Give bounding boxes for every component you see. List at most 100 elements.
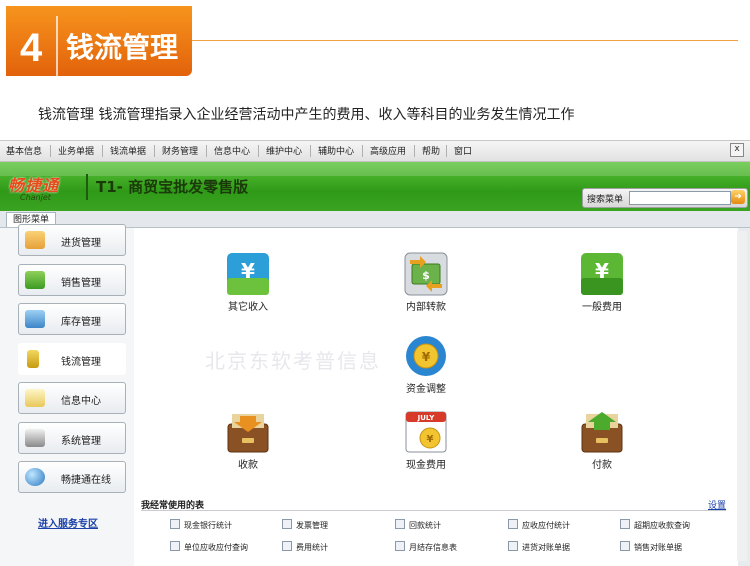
- frequent-item[interactable]: 发票管理: [282, 519, 328, 531]
- menu-separator: [446, 145, 447, 157]
- sidebar-item-label: 信息中心: [61, 396, 101, 407]
- internal-transfer-label: 内部转款: [406, 302, 446, 313]
- service-zone-link[interactable]: 进入服务专区: [38, 515, 98, 530]
- sidebar-item-sales[interactable]: 销售管理: [18, 264, 126, 296]
- window-close-button[interactable]: x: [730, 143, 744, 157]
- frequent-item[interactable]: 应收应付统计: [508, 519, 570, 531]
- report-icon: [395, 519, 405, 529]
- report-icon: [170, 541, 180, 551]
- report-icon: [170, 519, 180, 529]
- money-icon: [27, 350, 39, 368]
- sidebar-item-label: 畅捷通在线: [61, 475, 111, 486]
- report-icon: [508, 519, 518, 529]
- report-icon: [620, 519, 630, 529]
- frequent-item[interactable]: 月结存信息表: [395, 541, 457, 553]
- general-expense-label: 一般费用: [582, 302, 622, 313]
- search-go-icon[interactable]: ➜: [731, 190, 745, 204]
- menu-money-docs[interactable]: 钱流单据: [110, 144, 146, 157]
- menu-basic-info[interactable]: 基本信息: [6, 144, 42, 157]
- menu-separator: [414, 145, 415, 157]
- globe-icon: [25, 468, 45, 486]
- sidebar-item-inventory[interactable]: 库存管理: [18, 303, 126, 335]
- brand-logo-english: Chanjet: [20, 193, 51, 202]
- menu-advanced[interactable]: 高级应用: [370, 144, 406, 157]
- general-expense-icon[interactable]: ¥: [580, 252, 624, 296]
- section-title: 钱流管理: [66, 31, 179, 64]
- cash-expense-label: 现金费用: [406, 460, 446, 471]
- other-income-label: 其它收入: [228, 302, 268, 313]
- frequent-item-label: 超期应收款查询: [634, 521, 690, 530]
- slide-header: 4 钱流管理: [0, 0, 750, 90]
- menu-bar: 基本信息 业务单据 钱流单据 财务管理 信息中心 维护中心 辅助中心 高级应用 …: [0, 141, 750, 162]
- svg-text:¥: ¥: [595, 259, 609, 283]
- menu-separator: [50, 145, 51, 157]
- frequent-item-label: 进货对账单据: [522, 543, 570, 552]
- watermark-text: 北京东软考普信息: [205, 349, 381, 373]
- frequent-item-label: 费用统计: [296, 543, 328, 552]
- menu-separator: [206, 145, 207, 157]
- menu-finance[interactable]: 财务管理: [162, 144, 198, 157]
- vertical-scrollbar[interactable]: [737, 231, 747, 561]
- menu-auxiliary[interactable]: 辅助中心: [318, 144, 354, 157]
- menu-separator: [258, 145, 259, 157]
- svg-text:¥: ¥: [427, 434, 434, 445]
- fund-adjust-icon[interactable]: ¥: [404, 334, 448, 378]
- product-divider: [86, 174, 88, 200]
- section-number: 4: [20, 26, 43, 70]
- frequent-item[interactable]: 销售对账单据: [620, 541, 682, 553]
- basket-icon: [25, 271, 45, 289]
- other-income-icon[interactable]: ¥: [226, 252, 270, 296]
- menu-separator: [102, 145, 103, 157]
- cash-expense-icon[interactable]: JULY ¥: [404, 410, 448, 454]
- sidebar-item-info[interactable]: 信息中心: [18, 382, 126, 414]
- inventory-icon: [25, 310, 45, 328]
- app-window: 基本信息 业务单据 钱流单据 财务管理 信息中心 维护中心 辅助中心 高级应用 …: [0, 140, 750, 566]
- search-label: 搜索菜单: [587, 195, 624, 205]
- svg-text:$: $: [422, 269, 430, 282]
- frequent-item[interactable]: 现金银行统计: [170, 519, 232, 531]
- search-input[interactable]: [629, 191, 731, 205]
- frequent-item[interactable]: 回款统计: [395, 519, 441, 531]
- svg-text:¥: ¥: [422, 350, 431, 364]
- frequent-item[interactable]: 费用统计: [282, 541, 328, 553]
- frequent-item[interactable]: 进货对账单据: [508, 541, 570, 553]
- frequent-item[interactable]: 单位应收应付查询: [170, 541, 248, 553]
- banner-highlight: [0, 162, 750, 176]
- calendar-month-text: JULY: [417, 414, 436, 422]
- report-icon: [395, 541, 405, 551]
- info-icon: [25, 389, 45, 407]
- frequent-item[interactable]: 超期应收款查询: [620, 519, 690, 531]
- sidebar-item-label: 钱流管理: [61, 357, 101, 368]
- report-icon: [508, 541, 518, 551]
- slide-caption: 钱流管理 钱流管理指录入企业经营活动中产生的费用、收入等科目的业务发生情况工作: [38, 107, 575, 123]
- menu-maintenance[interactable]: 维护中心: [266, 144, 302, 157]
- sidebar-item-label: 系统管理: [61, 436, 101, 447]
- menu-info-center[interactable]: 信息中心: [214, 144, 250, 157]
- payment-icon[interactable]: [580, 410, 624, 454]
- frequent-divider: [141, 510, 726, 511]
- sidebar-item-label: 进货管理: [61, 238, 101, 249]
- receipt-icon[interactable]: [226, 410, 270, 454]
- section-badge: 4 钱流管理: [6, 6, 192, 78]
- sidebar-item-label: 库存管理: [61, 317, 101, 328]
- menu-separator: [154, 145, 155, 157]
- menu-window[interactable]: 窗口: [454, 144, 472, 157]
- badge-divider: [56, 16, 58, 78]
- sidebar-item-label: 销售管理: [61, 278, 101, 289]
- menu-search: 搜索菜单 ➜: [582, 188, 748, 208]
- internal-transfer-icon[interactable]: $: [404, 252, 448, 296]
- sidebar-item-purchase[interactable]: 进货管理: [18, 224, 126, 256]
- frequent-item-label: 回款统计: [409, 521, 441, 530]
- report-icon: [282, 519, 292, 529]
- function-canvas: ¥ 其它收入 $ 内部转款 ¥ 一般费用 ¥ 资金调整 收款 JULY ¥ 现金…: [134, 228, 738, 566]
- menu-help[interactable]: 帮助: [422, 144, 440, 157]
- svg-text:¥: ¥: [241, 259, 255, 283]
- menu-business-docs[interactable]: 业务单据: [58, 144, 94, 157]
- fund-adjust-label: 资金调整: [406, 384, 446, 395]
- sidebar-item-system[interactable]: 系统管理: [18, 422, 126, 454]
- frequent-item-label: 销售对账单据: [634, 543, 682, 552]
- report-icon: [282, 541, 292, 551]
- sidebar-item-money[interactable]: 钱流管理: [18, 343, 126, 375]
- product-title: T1- 商贸宝批发零售版: [96, 178, 249, 196]
- sidebar-item-online[interactable]: 畅捷通在线: [18, 461, 126, 493]
